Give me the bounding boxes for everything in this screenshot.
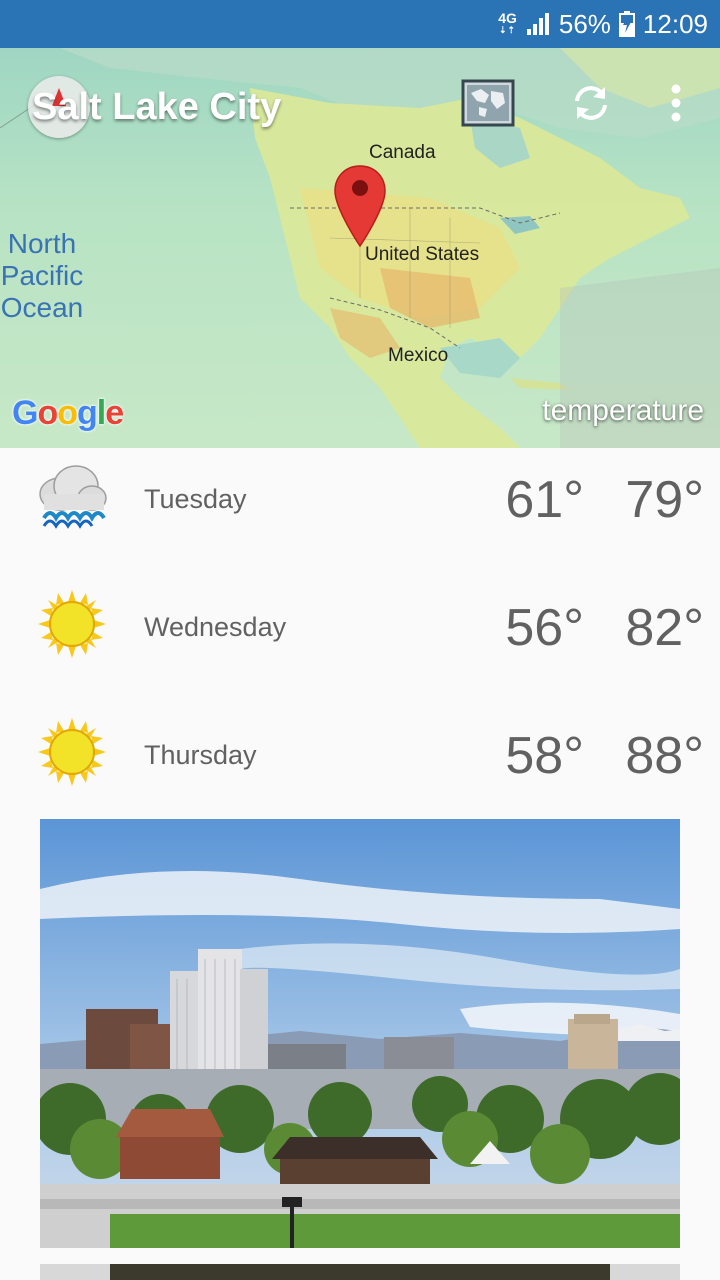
sun-icon (38, 590, 106, 658)
city-title: Salt Lake City (32, 86, 282, 128)
more-vert-icon (671, 84, 681, 122)
low-temperature: 61° (505, 471, 584, 529)
refresh-button[interactable] (564, 78, 618, 128)
refresh-icon (575, 86, 607, 120)
status-bar: 4G ⇣⇡ 56% 12:09 (0, 0, 720, 48)
forecast-row[interactable]: Tuesday 61° 79° (0, 448, 720, 576)
rain-cloud-icon (39, 465, 107, 529)
sun-icon (38, 718, 106, 786)
day-name: Thursday (144, 740, 257, 770)
city-skyline-image (40, 819, 680, 1248)
weather-map[interactable]: North Pacific Ocean Canada United States… (0, 48, 720, 448)
clock: 12:09 (642, 8, 708, 39)
battery-charging-icon (618, 11, 635, 37)
next-photo-image (110, 1264, 610, 1280)
ocean-label: North Pacific Ocean (0, 228, 84, 323)
location-pin-icon[interactable] (333, 164, 387, 248)
high-temperature: 82° (625, 599, 704, 657)
google-logo: Google (12, 394, 124, 432)
day-name: Tuesday (144, 484, 247, 514)
map-layers-button[interactable] (461, 78, 515, 128)
low-temperature: 56° (505, 599, 584, 657)
high-temperature: 79° (625, 471, 704, 529)
map-label-canada: Canada (369, 142, 436, 163)
forecast-row[interactable]: Thursday 58° 88° (0, 704, 720, 832)
next-photo[interactable] (40, 1264, 680, 1280)
map-icon (461, 79, 515, 127)
low-temperature: 58° (505, 727, 584, 785)
map-label-mexico: Mexico (388, 345, 449, 366)
city-photo[interactable] (40, 819, 680, 1248)
day-name: Wednesday (144, 612, 287, 642)
signal-icon (526, 13, 549, 35)
map-overlay-label[interactable]: temperature (542, 394, 704, 428)
battery-percentage: 56% (558, 8, 611, 39)
high-temperature: 88° (625, 727, 704, 785)
network-indicator: 4G ⇣⇡ (498, 10, 517, 35)
network-type: 4G (498, 10, 517, 26)
more-options-button[interactable] (649, 78, 703, 128)
forecast-row[interactable]: Wednesday 56° 82° (0, 576, 720, 704)
